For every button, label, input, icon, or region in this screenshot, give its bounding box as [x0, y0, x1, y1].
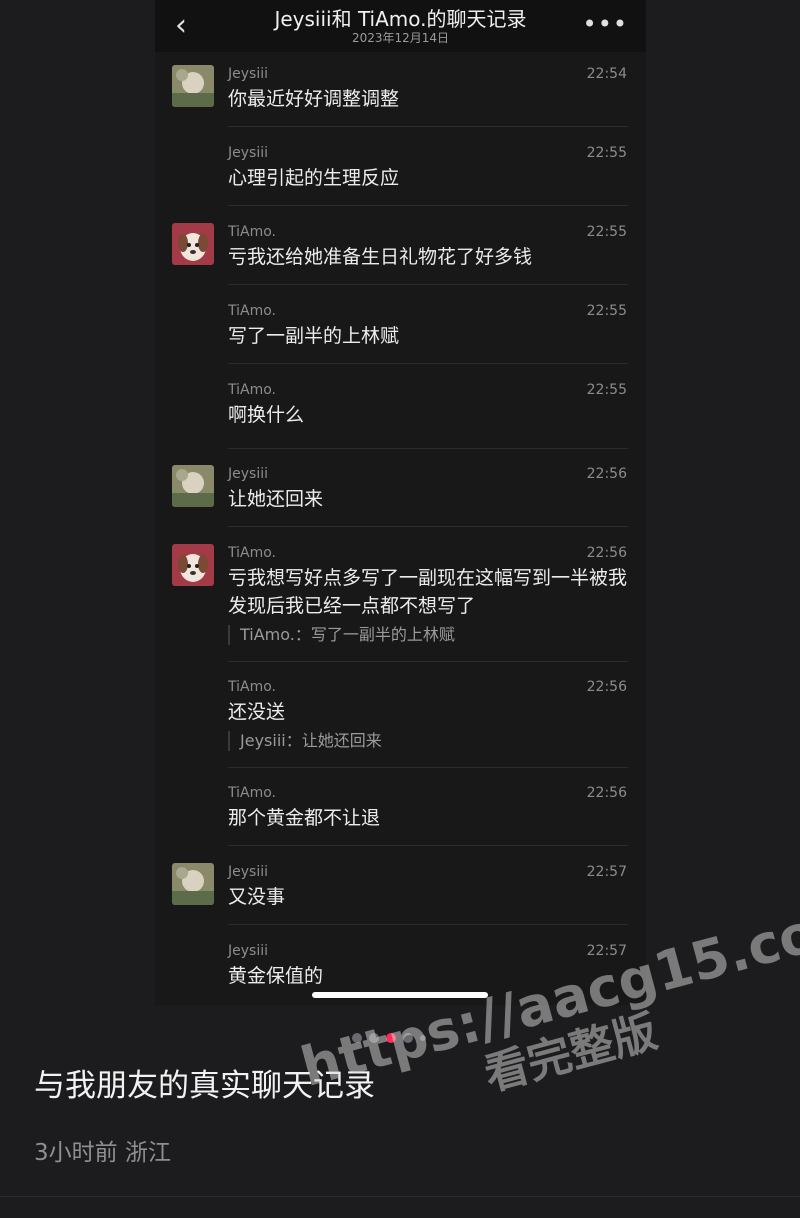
avatar-jeysiii[interactable] — [172, 65, 214, 107]
message-time: 22:55 — [586, 145, 627, 161]
message-text: 写了一副半的上林赋 — [228, 325, 400, 347]
avatar-jeysiii[interactable] — [172, 863, 214, 905]
message-divider — [228, 924, 628, 925]
message-text: 又没事 — [228, 886, 286, 908]
message-time: 22:57 — [586, 864, 627, 880]
message-divider — [228, 284, 628, 285]
message-divider — [228, 845, 628, 846]
message-time: 22:55 — [586, 303, 627, 319]
quoted-message[interactable]: Jeysiii：让她还回来 — [228, 731, 382, 751]
message-text: 让她还回来 — [228, 488, 324, 510]
divider — [0, 1196, 800, 1197]
message-sender: TiAmo. — [228, 224, 276, 240]
message-time: 22:56 — [586, 466, 627, 482]
message-sender: TiAmo. — [228, 785, 276, 801]
message-text: 你最近好好调整调整 — [228, 88, 400, 110]
message-text: 啊换什么 — [228, 404, 305, 426]
message-divider — [228, 661, 628, 662]
message-text: 亏我还给她准备生日礼物花了好多钱 — [228, 246, 533, 268]
avatar-tiamo[interactable] — [172, 223, 214, 265]
message-time: 22:56 — [586, 545, 627, 561]
message-divider — [228, 205, 628, 206]
message-divider — [228, 363, 628, 364]
chat-date: 2023年12月14日 — [351, 31, 450, 45]
chat-history-screenshot[interactable]: ‹ Jeysiii和 TiAmo.的聊天记录 2023年12月14日 ••• J… — [155, 0, 646, 1005]
message-time: 22:54 — [586, 66, 627, 82]
message-sender: Jeysiii — [228, 864, 268, 880]
message-text: 亏我想写好点多写了一副现在这幅写到一半被我发现后我已经一点都不想写了 — [228, 567, 628, 617]
message-divider — [228, 767, 628, 768]
quoted-message[interactable]: TiAmo.：写了一副半的上林赋 — [228, 625, 455, 645]
ellipsis-icon[interactable]: ••• — [583, 10, 628, 38]
message-time: 22:56 — [586, 679, 627, 695]
chat-title: Jeysiii和 TiAmo.的聊天记录 — [274, 7, 527, 31]
message-sender: Jeysiii — [228, 66, 268, 82]
message-divider — [228, 526, 628, 527]
message-sender: TiAmo. — [228, 545, 276, 561]
message-divider — [228, 126, 628, 127]
message-sender: Jeysiii — [228, 466, 268, 482]
message-divider — [228, 448, 628, 449]
message-sender: TiAmo. — [228, 382, 276, 398]
message-sender: TiAmo. — [228, 679, 276, 695]
message-sender: Jeysiii — [228, 943, 268, 959]
message-sender: Jeysiii — [228, 145, 268, 161]
avatar-jeysiii[interactable] — [172, 465, 214, 507]
avatar-tiamo[interactable] — [172, 544, 214, 586]
message-text: 还没送 — [228, 701, 286, 723]
chevron-left-icon[interactable]: ‹ — [171, 11, 191, 41]
chat-header: ‹ Jeysiii和 TiAmo.的聊天记录 2023年12月14日 ••• — [155, 0, 646, 52]
message-sender: TiAmo. — [228, 303, 276, 319]
message-time: 22:55 — [586, 224, 627, 240]
message-text: 心理引起的生理反应 — [228, 167, 400, 189]
message-time: 22:55 — [586, 382, 627, 398]
post-meta: 3小时前 浙江 — [34, 1140, 171, 1166]
message-time: 22:56 — [586, 785, 627, 801]
message-text: 那个黄金都不让退 — [228, 807, 381, 829]
